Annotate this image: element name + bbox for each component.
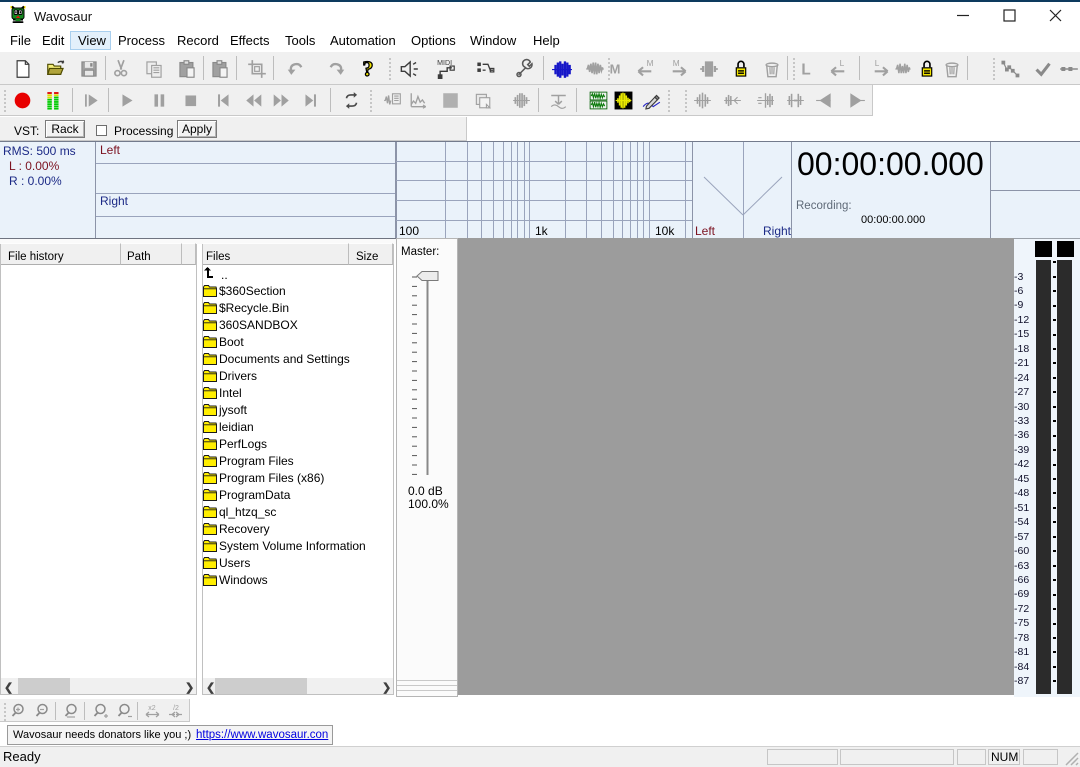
svg-text:?: ?: [362, 56, 373, 81]
svg-text:M: M: [673, 59, 680, 68]
svg-text:L: L: [875, 59, 880, 68]
svg-text:M: M: [610, 62, 621, 77]
svg-text:M: M: [647, 59, 654, 68]
svg-text:L: L: [801, 61, 810, 78]
svg-text:/2: /2: [173, 705, 179, 712]
svg-text:L: L: [840, 59, 845, 68]
svg-text:x2: x2: [148, 705, 156, 712]
